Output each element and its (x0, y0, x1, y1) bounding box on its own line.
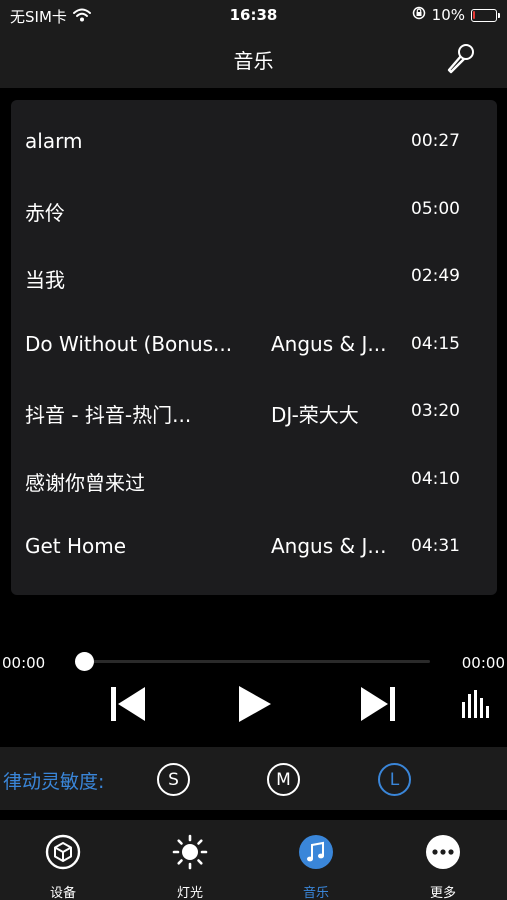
device-cube-icon (45, 834, 81, 870)
song-title: 当我 (25, 268, 65, 292)
tab-bar: 设备 灯光 音乐 更多 (0, 820, 507, 900)
song-row[interactable]: 抖音 - 抖音-热门... DJ-荣大大 03:20 (11, 377, 497, 445)
song-title: alarm (25, 129, 83, 153)
song-title: 抖音 - 抖音-热门... (25, 403, 192, 427)
song-row[interactable]: Get Home Angus & J... 04:31 (11, 512, 497, 580)
tab-device[interactable]: 设备 (23, 834, 103, 900)
progress-thumb[interactable] (75, 652, 94, 671)
song-artist: Angus & J... (271, 331, 387, 356)
battery-icon (471, 8, 500, 22)
song-list: alarm 00:27 赤伶 05:00 当我 02:49 Do Without (Bonu… (11, 100, 497, 595)
tab-label: 音乐 (302, 886, 329, 900)
song-row[interactable]: Do Without (Bonus... Angus & J... 04:15 (11, 310, 497, 378)
song-duration: 04:15 (411, 333, 460, 354)
status-bar: 无SIM卡 16:38 10% (0, 0, 507, 30)
playback-progress: 00:00 00:00 (0, 650, 507, 674)
tab-label: 更多 (429, 886, 456, 900)
song-title: 感谢你曾来过 (25, 470, 145, 495)
tab-more[interactable]: 更多 (403, 834, 483, 900)
sensitivity-option-m[interactable]: M (267, 763, 300, 796)
tab-label: 设备 (49, 886, 76, 900)
status-right: 10% (412, 6, 500, 24)
song-duration: 04:10 (411, 468, 460, 489)
next-icon[interactable] (355, 680, 403, 728)
sensitivity-label: 律动灵敏度: (3, 771, 105, 793)
song-artist: Angus & J... (271, 534, 387, 558)
song-title: Do Without (Bonus... (25, 331, 233, 356)
song-duration: 03:20 (411, 401, 460, 421)
rotation-lock-icon (412, 6, 426, 24)
tab-label: 灯光 (176, 886, 203, 900)
sensitivity-option-l[interactable]: L (378, 763, 411, 796)
tab-lighting[interactable]: 灯光 (150, 834, 230, 900)
total-time: 00:00 (461, 654, 505, 672)
previous-icon[interactable] (103, 680, 151, 728)
song-duration: 02:49 (411, 266, 460, 286)
song-row[interactable]: 感谢你曾来过 04:10 (11, 445, 497, 513)
rhythm-sensitivity: 律动灵敏度: S M L (0, 747, 507, 810)
current-time: 00:00 (2, 654, 46, 672)
microphone-icon[interactable] (443, 42, 477, 76)
battery-percent: 10% (431, 6, 465, 24)
song-duration: 05:00 (411, 198, 460, 219)
battery-level (473, 10, 475, 19)
song-row[interactable]: 当我 02:49 (11, 242, 497, 310)
page-title: 音乐 (233, 49, 274, 73)
song-artist: DJ-荣大大 (271, 403, 359, 427)
tab-music[interactable]: 音乐 (276, 834, 356, 900)
nav-bar: 音乐 (0, 30, 507, 88)
song-row[interactable]: 赤伶 05:00 (11, 175, 497, 243)
song-duration: 00:27 (411, 131, 460, 151)
sun-icon (172, 834, 208, 870)
equalizer-icon[interactable] (451, 680, 499, 728)
song-title: 赤伶 (25, 200, 65, 225)
song-row[interactable]: alarm 00:27 (11, 107, 497, 175)
play-icon[interactable] (229, 680, 277, 728)
progress-track[interactable] (84, 660, 430, 663)
player-controls (0, 678, 507, 730)
sensitivity-option-s[interactable]: S (157, 763, 190, 796)
song-title: Get Home (25, 534, 127, 558)
more-dots-icon (425, 834, 461, 870)
song-duration: 04:31 (411, 536, 460, 556)
music-note-icon (298, 834, 334, 870)
